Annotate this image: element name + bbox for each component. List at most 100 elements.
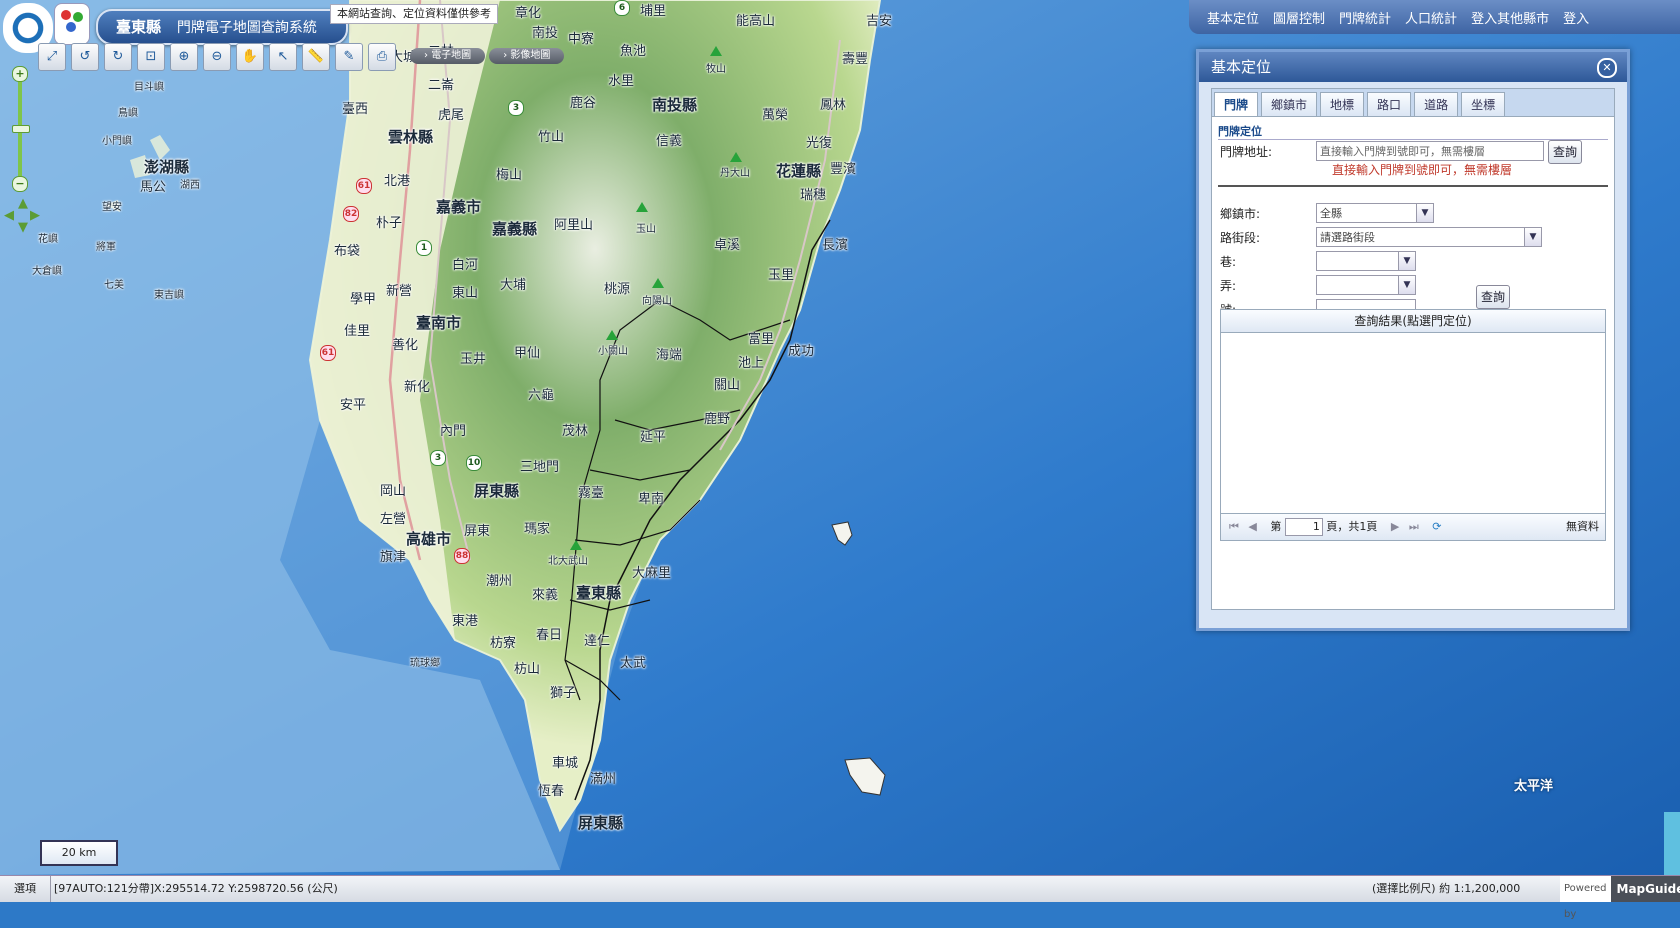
map-label: 湖西 (180, 180, 200, 191)
household-logo (54, 3, 90, 45)
zoom-minus-icon[interactable]: − (12, 176, 28, 192)
next-page-icon[interactable]: ▶ (1391, 520, 1399, 533)
map-label: 白河 (452, 258, 479, 273)
pan-control[interactable]: ▲ ◀ ▶ ▼ (4, 196, 40, 235)
pan-left-icon[interactable]: ◀ (4, 208, 14, 223)
options-button[interactable]: 選項 (0, 876, 51, 902)
township-label: 鄉鎮市: (1220, 207, 1261, 221)
highway-shield: 1 (416, 240, 432, 256)
tab-landmark[interactable]: 地標 (1320, 92, 1365, 116)
map-label: 大倉嶼 (32, 266, 62, 277)
zoom-plus-icon[interactable]: + (12, 66, 28, 82)
menu-basic-locate[interactable]: 基本定位 (1207, 8, 1259, 27)
zoom-in-icon[interactable]: ⊕ (170, 43, 198, 71)
close-icon[interactable]: ✕ (1597, 58, 1617, 78)
map-type-imagery[interactable]: › 影像地圖 (489, 48, 565, 64)
lane-select[interactable]: ▼ (1316, 251, 1416, 271)
chevron-down-icon: ▼ (1416, 204, 1433, 222)
draw-icon[interactable]: ✎ (335, 43, 363, 71)
tab-address[interactable]: 門牌 (1214, 92, 1259, 116)
map-label: 卓溪 (714, 238, 741, 253)
map-label: 長濱 (822, 238, 849, 253)
menu-login[interactable]: 登入 (1563, 8, 1589, 27)
zoom-window-icon[interactable]: ⊡ (137, 43, 165, 71)
address-input[interactable]: 直接輸入門牌到號即可，無需樓層 (1316, 141, 1544, 161)
map-label: 牧山 (706, 64, 726, 75)
address-query-button[interactable]: 查詢 (1548, 140, 1583, 164)
map-label: 花嶼 (38, 234, 58, 245)
map-label: 新化 (404, 380, 431, 395)
map-label: 埔里 (640, 4, 667, 19)
menu-layer-control[interactable]: 圖層控制 (1273, 8, 1325, 27)
powered-by: Powered by MapGuide (1560, 876, 1680, 920)
tab-township[interactable]: 鄉鎮市 (1261, 92, 1318, 116)
map-label: 嘉義市 (436, 198, 482, 216)
tab-coordinate[interactable]: 坐標 (1461, 92, 1506, 116)
empty-text: 無資料 (1566, 520, 1599, 533)
alley-select[interactable]: ▼ (1316, 275, 1416, 295)
map-label: 車城 (552, 756, 579, 771)
map-label: 枋寮 (490, 636, 517, 651)
zoom-handle[interactable] (12, 125, 30, 133)
map-label: 茂林 (562, 424, 589, 439)
select-icon[interactable]: ↖ (269, 43, 297, 71)
map-label: 鳥嶼 (118, 108, 138, 119)
map-label: 大埔 (500, 278, 527, 293)
map-label: 萬榮 (762, 108, 789, 123)
map-label: 潮州 (486, 574, 513, 589)
menu-other-county[interactable]: 登入其他縣市 (1471, 8, 1549, 27)
pan-right-icon[interactable]: ▶ (30, 208, 40, 223)
road-query-button[interactable]: 查詢 (1476, 285, 1511, 309)
map-label: 玉井 (460, 352, 487, 367)
map-label: 玉山 (636, 224, 656, 235)
map-label: 光復 (806, 136, 833, 151)
menu-address-stats[interactable]: 門牌統計 (1339, 8, 1391, 27)
highway-shield: 82 (343, 206, 359, 222)
result-grid: 查詢結果(點選門定位) ⏮ ◀ 第 1 頁，共1頁 ▶ ⏭ ⟳ 無資料 (1220, 309, 1606, 541)
tab-intersection[interactable]: 路口 (1367, 92, 1412, 116)
map-type-electronic[interactable]: › 電子地圖 (410, 48, 486, 64)
scale-selector[interactable]: (選擇比例尺) 約 1:1,200,000 (1372, 876, 1520, 902)
map-label: 玉里 (768, 268, 795, 283)
previous-view-icon[interactable]: ↺ (71, 43, 99, 71)
map-label: 小關山 (598, 346, 628, 357)
map-label: 學甲 (350, 292, 377, 307)
county-title: 臺東縣 (116, 18, 162, 36)
map-label: 桃源 (604, 282, 631, 297)
highway-shield: 61 (320, 345, 336, 361)
tab-road[interactable]: 道路 (1414, 92, 1459, 116)
prev-page-icon[interactable]: ◀ (1248, 520, 1256, 533)
map-label: 北港 (384, 174, 411, 189)
road-select[interactable]: 請選路街段 ▼ (1316, 227, 1542, 247)
status-bar: 選項 [97AUTO:121分帶]X:295514.72 Y:2598720.5… (0, 875, 1680, 920)
pan-up-icon[interactable]: ▲ (18, 196, 28, 211)
map-label: 池上 (738, 356, 765, 371)
map-label: 六龜 (528, 388, 555, 403)
last-page-icon[interactable]: ⏭ (1409, 520, 1419, 533)
zoom-slider[interactable] (18, 68, 22, 178)
pan-icon[interactable]: ✋ (236, 43, 264, 71)
map-label: 北大武山 (548, 556, 588, 567)
zoom-out-icon[interactable]: ⊖ (203, 43, 231, 71)
refresh-icon[interactable]: ⟳ (1432, 520, 1441, 533)
mountain-peak-icon (606, 330, 618, 340)
map-label: 滿州 (590, 772, 617, 787)
menu-population-stats[interactable]: 人口統計 (1405, 8, 1457, 27)
result-header: 查詢結果(點選門定位) (1221, 310, 1605, 333)
map-label: 七美 (104, 280, 124, 291)
chevron-down-icon: ▼ (1398, 252, 1415, 270)
next-view-icon[interactable]: ↻ (104, 43, 132, 71)
map-label: 富里 (748, 332, 775, 347)
map-toolbar: ⤢ ↺ ↻ ⊡ ⊕ ⊖ ✋ ↖ 📏 ✎ ⎙ (36, 41, 398, 71)
map-label: 向陽山 (642, 296, 672, 307)
print-icon[interactable]: ⎙ (368, 43, 396, 71)
full-extent-icon[interactable]: ⤢ (38, 43, 66, 71)
measure-icon[interactable]: 📏 (302, 43, 330, 71)
page-input[interactable]: 1 (1284, 518, 1323, 536)
first-page-icon[interactable]: ⏮ (1229, 520, 1239, 533)
map-type-label: 影像地圖 (510, 50, 551, 61)
map-label: 來義 (532, 588, 559, 603)
map-label: 海端 (656, 348, 683, 363)
pan-down-icon[interactable]: ▼ (18, 220, 28, 235)
township-select[interactable]: 全縣 ▼ (1316, 203, 1434, 223)
